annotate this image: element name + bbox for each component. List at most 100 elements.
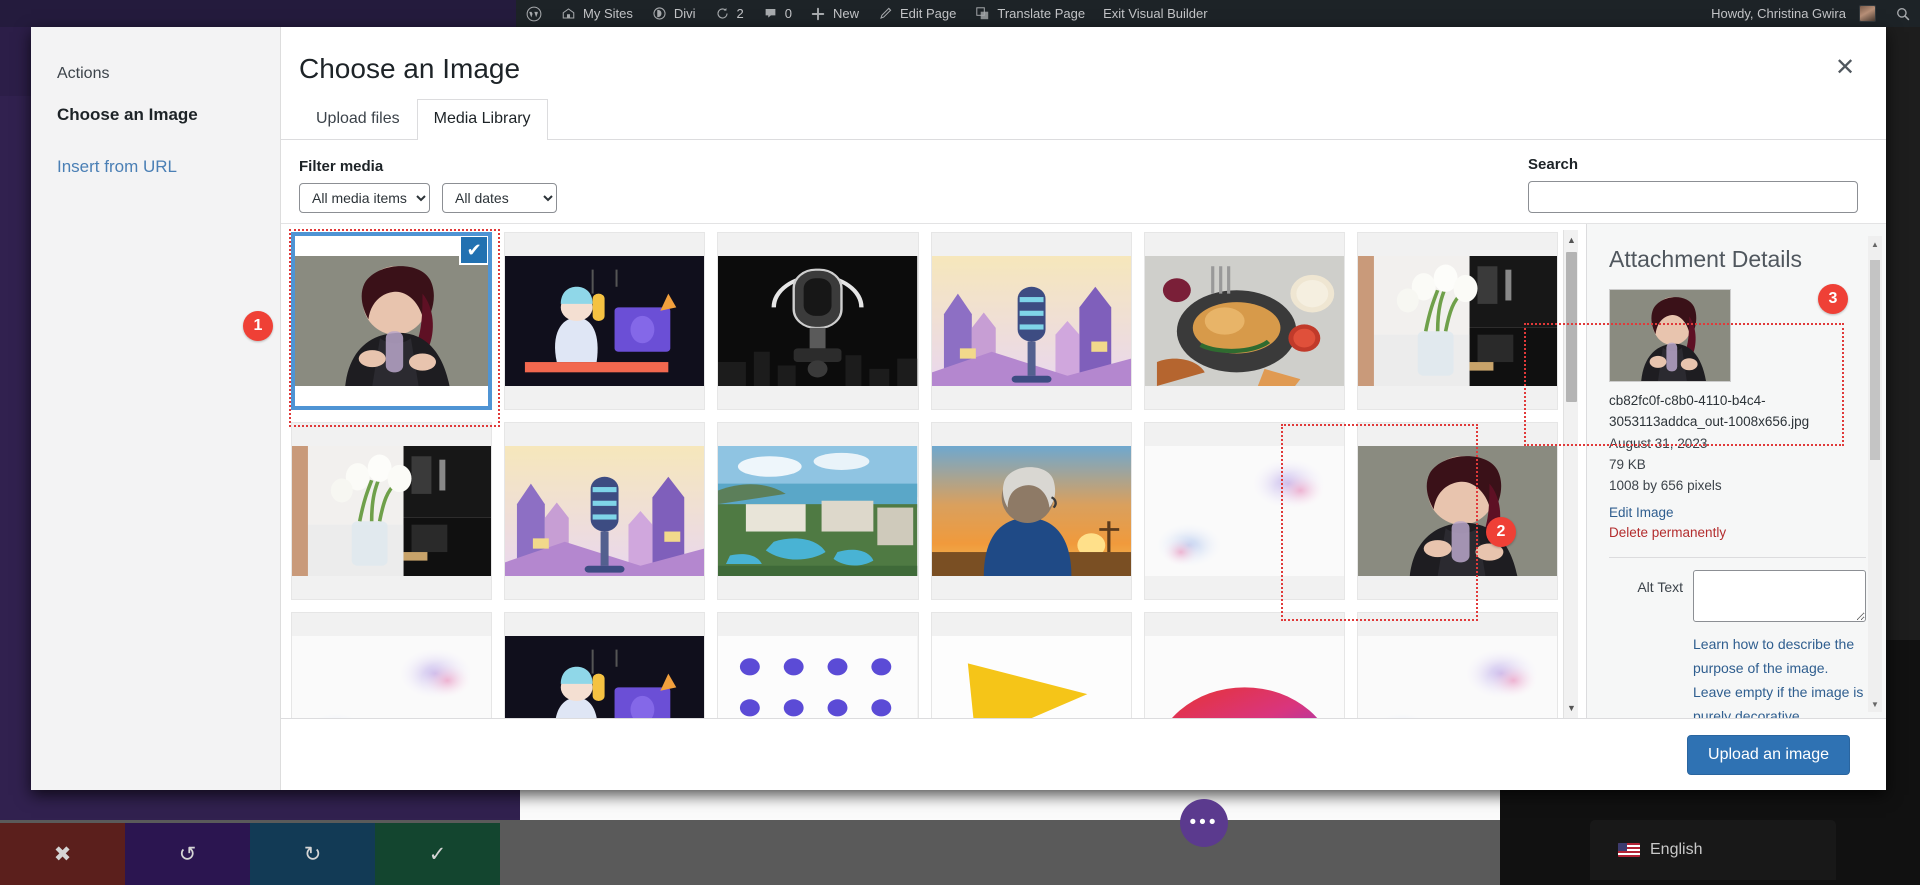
adminbar-exit-visual-builder[interactable]: Exit Visual Builder [1094,0,1217,27]
chevron-down-icon[interactable]: ▼ [1564,700,1579,716]
media-grid-item[interactable] [717,422,918,600]
language-label: English [1650,841,1702,859]
media-grid-item[interactable] [931,422,1132,600]
menu-item-choose-an-image[interactable]: Choose an Image [31,89,280,141]
annotation-badge-3: 3 [1818,284,1848,314]
divi-bottom-toolbar[interactable]: ✖ ↺ ↻ ✓ [0,823,500,885]
attachment-preview-thumbnail[interactable] [1609,289,1731,382]
tab-media-library[interactable]: Media Library [417,99,548,140]
abstract-pastel-blur-thumbnail [1145,446,1344,576]
abstract-pastel-blur-2-thumbnail [292,636,491,718]
media-grid-scrollbar[interactable]: ▲ ▼ [1563,230,1578,718]
adminbar-howdy[interactable]: Howdy, Christina Gwira [1702,0,1885,27]
close-icon[interactable]: ✕ [1828,51,1862,85]
annotation-badge-2: 2 [1486,517,1516,547]
chevron-up-icon[interactable]: ▲ [1868,237,1882,251]
save-button[interactable]: ✓ [375,823,500,885]
adminbar-new-label: New [833,6,859,21]
divi-more-options-button[interactable]: ••• [1180,799,1228,847]
attachment-metadata: cb82fc0f-c8b0-4110-b4c4-3053113addca_out… [1609,390,1866,497]
sites-icon [560,5,577,22]
isometric-city-microphone-2-thumbnail [505,446,704,576]
media-grid-item[interactable] [717,232,918,410]
adminbar-edit-page[interactable]: Edit Page [868,0,965,27]
us-flag-icon [1618,843,1640,857]
media-grid-item[interactable] [291,612,492,718]
adminbar-updates-count: 2 [737,6,744,21]
wp-admin-bar[interactable]: My Sites Divi 2 0 New [0,0,1920,27]
media-grid-item[interactable] [1144,232,1345,410]
adminbar-translate-page[interactable]: Translate Page [965,0,1094,27]
adminbar-updates[interactable]: 2 [705,0,753,27]
undo-button[interactable]: ↺ [125,823,250,885]
details-scrollbar-thumb[interactable] [1870,260,1880,460]
search-input[interactable] [1528,181,1858,213]
media-grid-item[interactable] [931,612,1132,718]
more-horizontal-icon: ••• [1190,812,1219,834]
modal-tabs[interactable]: Upload files Media Library [281,99,1886,140]
admin-bar-left-spacer [0,0,516,27]
media-grid[interactable]: ✔ [291,232,1586,718]
wordpress-logo-icon [525,5,542,22]
media-grid-item[interactable] [504,422,705,600]
white-tulips-in-kitchen-thumbnail [1358,256,1557,386]
media-grid-item[interactable] [1357,232,1558,410]
yellow-triangle-shape-thumbnail [932,636,1131,718]
adminbar-divi[interactable]: Divi [642,0,705,27]
adminbar-new[interactable]: New [801,0,868,27]
man-watching-sunset-thumbnail [932,446,1131,576]
adminbar-howdy-label: Howdy, Christina Gwira [1711,6,1846,21]
edit-image-link[interactable]: Edit Image [1609,503,1866,523]
details-scrollbar[interactable]: ▲ ▼ [1868,236,1882,712]
menu-item-insert-from-url[interactable]: Insert from URL [31,141,280,193]
filter-selects[interactable]: All media itemsImagesAudioVideoDocuments… [299,183,557,213]
chevron-down-icon[interactable]: ▼ [1868,697,1882,711]
tab-upload-files[interactable]: Upload files [299,99,417,140]
alt-text-helper-link[interactable]: Learn how to describe the purpose of the… [1693,632,1866,718]
media-grid-item[interactable] [291,422,492,600]
media-grid-item[interactable] [1144,612,1345,718]
language-selector[interactable]: English [1590,820,1836,880]
comments-icon [762,5,779,22]
scrollbar-thumb[interactable] [1566,252,1577,402]
checkmark-icon: ✓ [429,842,447,867]
adminbar-wordpress-logo[interactable] [516,0,551,27]
media-grid-item[interactable] [1144,422,1345,600]
delete-permanently-link[interactable]: Delete permanently [1609,523,1866,543]
tab-media-library-label: Media Library [434,110,531,127]
tab-upload-files-label: Upload files [316,110,400,127]
filter-media-label: Filter media [299,158,557,175]
modal-sidebar-menu[interactable]: Actions Choose an Image Insert from URL [31,27,281,790]
adminbar-my-sites[interactable]: My Sites [551,0,642,27]
media-grid-item[interactable] [931,232,1132,410]
media-type-select[interactable]: All media itemsImagesAudioVideoDocuments… [299,183,430,213]
details-divider [1609,557,1866,558]
chevron-up-icon[interactable]: ▲ [1564,232,1579,248]
adminbar-divi-label: Divi [674,6,696,21]
dates-select[interactable]: All datesAugust 2023July 2023June 2023 [442,183,557,213]
attachment-actions[interactable]: Edit Image Delete permanently [1609,503,1866,544]
menu-heading-actions: Actions [31,57,280,89]
avatar [1859,5,1876,22]
media-grid-item[interactable] [717,612,918,718]
media-grid-item[interactable]: ✔ [291,232,492,410]
redo-button[interactable]: ↻ [250,823,375,885]
media-grid-item[interactable] [1357,612,1558,718]
pencil-icon [877,5,894,22]
menu-item-choose-an-image-label: Choose an Image [57,105,198,124]
roast-turkey-dinner-table-thumbnail [1145,256,1344,386]
illustration-person-at-desk-2-thumbnail [505,636,704,718]
adminbar-search[interactable] [1885,0,1920,27]
media-grid-item[interactable] [504,232,705,410]
media-modal: Actions Choose an Image Insert from URL … [31,27,1886,790]
cancel-button[interactable]: ✖ [0,823,125,885]
adminbar-comments[interactable]: 0 [753,0,801,27]
undo-icon: ↺ [179,842,197,867]
upload-an-image-button[interactable]: Upload an image [1687,735,1850,775]
admin-bar-items[interactable]: My Sites Divi 2 0 New [516,0,1217,27]
checkmark-icon[interactable]: ✔ [459,235,489,265]
close-x-icon: ✖ [54,842,72,867]
media-grid-item[interactable] [504,612,705,718]
alt-text-input[interactable] [1693,570,1866,622]
media-grid-item[interactable] [1357,422,1558,600]
